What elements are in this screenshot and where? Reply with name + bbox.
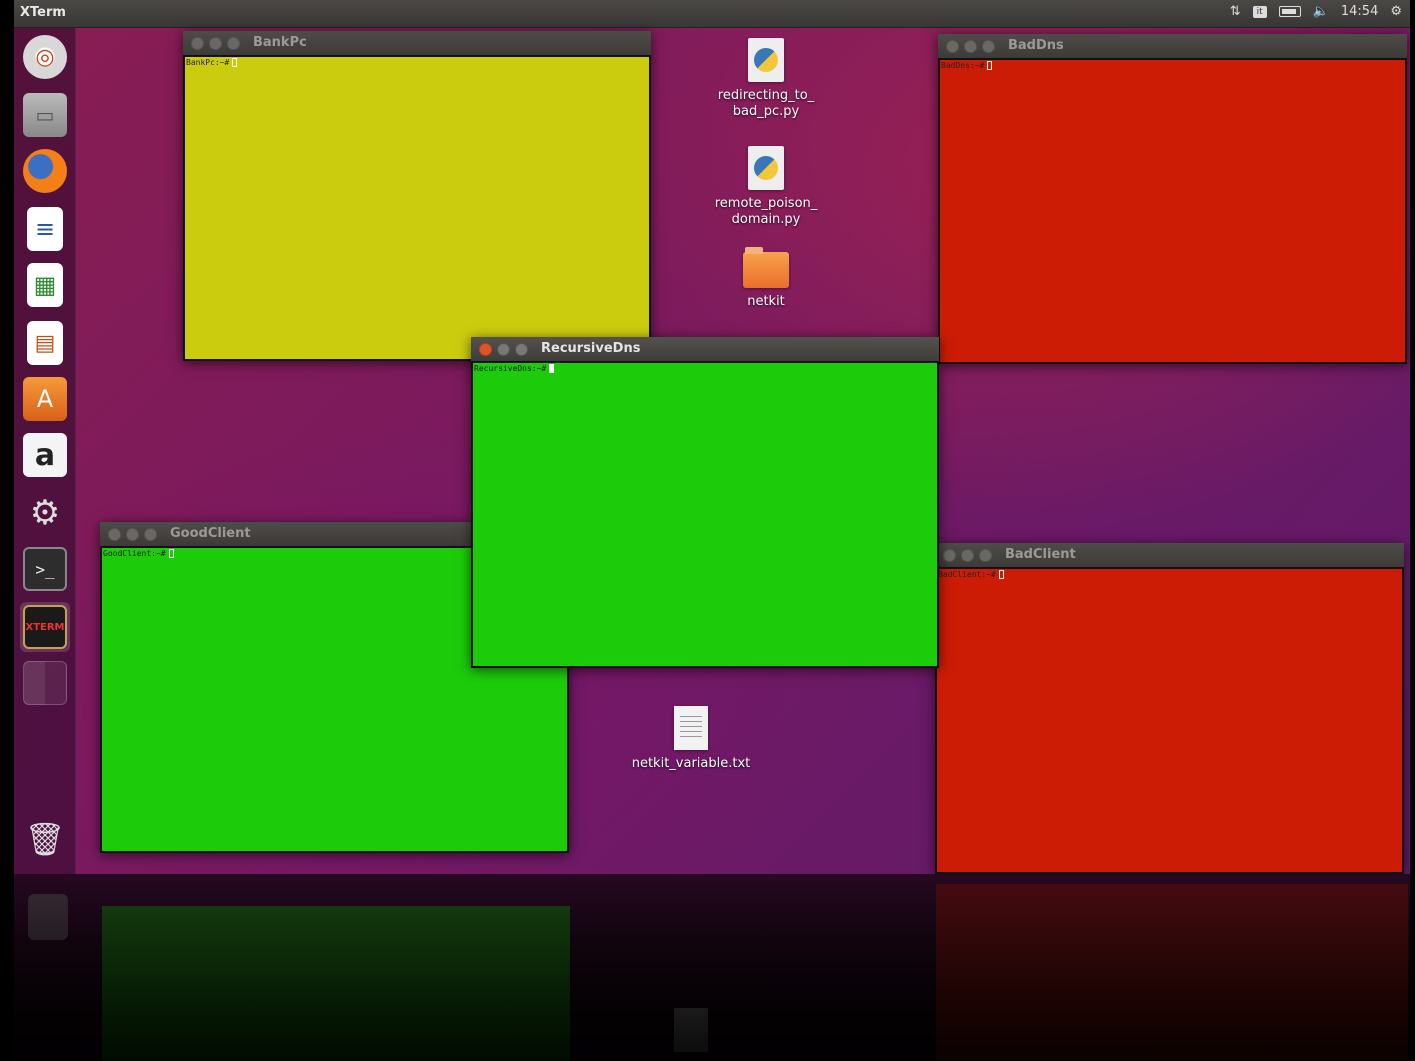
terminal-area[interactable]: BadDns:~# [938,58,1407,364]
workspace-switcher-icon [23,661,67,705]
dash-button[interactable]: ◎ [20,32,70,82]
text-file-icon [674,706,708,750]
terminal-prompt: BadClient:~# [937,569,1402,580]
launcher-system-settings[interactable]: ⚙ [20,488,70,538]
desktop-icon-netkit-variable[interactable]: netkit_variable.txt [626,706,756,772]
launcher-files[interactable]: ▭ [20,90,70,140]
close-button[interactable] [479,343,492,356]
text-cursor [549,364,555,373]
terminal-prompt: BankPc:~# [185,57,649,68]
launcher-software-center[interactable]: A [20,374,70,424]
text-cursor [232,58,238,67]
reflection-fade [14,874,1410,1061]
window-titlebar[interactable]: BadClient [935,543,1404,567]
desktop-icon-label: redirecting_to_ bad_pc.py [717,88,815,119]
maximize-button[interactable] [979,549,992,562]
launcher-impress[interactable]: ▤ [20,318,70,368]
firefox-icon [23,149,67,193]
desktop-icon-label: remote_poison_ domain.py [714,196,818,227]
window-title: BadDns [1008,38,1064,53]
files-icon: ▭ [23,93,67,137]
desktop: XTerm ⇅ it 🔈 14:54 ⚙ ◎ ▭ ≡ ▦ ▤ A a ⚙ >_ … [14,0,1410,874]
python-file-icon [748,146,784,190]
window-badclient[interactable]: BadClient BadClient:~# [935,543,1404,874]
desktop-icon-redirecting-to-bad-pc[interactable]: redirecting_to_ bad_pc.py [701,38,831,120]
text-cursor [987,61,993,70]
maximize-button[interactable] [982,40,995,53]
close-button[interactable] [943,549,956,562]
terminal-icon: >_ [23,547,67,591]
window-titlebar[interactable]: BankPc [183,31,651,55]
window-baddns[interactable]: BadDns BadDns:~# [938,34,1407,364]
launcher-writer[interactable]: ≡ [20,204,70,254]
launcher-xterm[interactable]: XTERM [20,602,70,652]
minimize-button[interactable] [126,528,139,541]
launcher-workspace-switcher[interactable] [20,658,70,708]
folder-icon [743,247,789,288]
desktop-icon-netkit[interactable]: netkit [701,247,831,310]
software-center-icon: A [23,377,67,421]
terminal-prompt: BadDns:~# [940,60,1405,71]
launcher-calc[interactable]: ▦ [20,260,70,310]
desktop-icon-label: netkit_variable.txt [631,756,751,771]
screen-reflection [14,874,1410,1061]
maximize-button[interactable] [515,343,528,356]
python-file-icon [748,38,784,82]
window-recursivedns[interactable]: RecursiveDns RecursiveDns:~# [471,337,939,668]
trash-icon: 🗑 [24,820,66,858]
top-panel: XTerm ⇅ it 🔈 14:54 ⚙ [14,0,1410,28]
xterm-icon: XTERM [23,605,67,649]
minimize-button[interactable] [497,343,510,356]
impress-icon: ▤ [27,321,63,365]
terminal-area[interactable]: BadClient:~# [935,567,1404,874]
terminal-area[interactable]: RecursiveDns:~# [471,361,939,668]
window-bankpc[interactable]: BankPc BankPc:~# [183,31,651,361]
maximize-button[interactable] [227,37,240,50]
terminal-area[interactable]: BankPc:~# [183,55,651,361]
window-titlebar[interactable]: RecursiveDns [471,337,939,361]
launcher-firefox[interactable] [20,146,70,196]
terminal-prompt: RecursiveDns:~# [473,363,937,374]
close-button[interactable] [108,528,121,541]
minimize-button[interactable] [961,549,974,562]
window-title: RecursiveDns [541,341,641,356]
indicator-area: ⇅ it 🔈 14:54 ⚙ [1230,4,1402,19]
window-title: BankPc [253,35,307,50]
launcher-terminal[interactable]: >_ [20,544,70,594]
text-cursor [168,549,174,558]
text-cursor [998,570,1004,579]
maximize-button[interactable] [144,528,157,541]
window-titlebar[interactable]: BadDns [938,34,1407,58]
dash-icon: ◎ [23,35,67,79]
writer-icon: ≡ [27,207,63,251]
desktop-icon-remote-poison-domain[interactable]: remote_poison_ domain.py [701,146,831,228]
window-title: BadClient [1005,547,1076,562]
calc-icon: ▦ [27,263,63,307]
minimize-button[interactable] [209,37,222,50]
network-icon[interactable]: ⇅ [1230,4,1241,19]
amazon-icon: a [23,433,67,477]
system-settings-icon: ⚙ [29,493,61,533]
desktop-icon-label: netkit [747,294,785,309]
gear-icon[interactable]: ⚙ [1390,4,1402,19]
minimize-button[interactable] [964,40,977,53]
volume-icon[interactable]: 🔈 [1313,4,1329,19]
app-title: XTerm [20,5,66,20]
close-button[interactable] [191,37,204,50]
keyboard-layout-indicator[interactable]: it [1252,5,1267,18]
launcher-amazon[interactable]: a [20,430,70,480]
clock[interactable]: 14:54 [1341,4,1378,19]
window-title: GoodClient [170,526,251,541]
close-button[interactable] [946,40,959,53]
launcher-trash[interactable]: 🗑 [20,814,70,864]
battery-icon[interactable] [1278,6,1301,17]
launcher: ◎ ▭ ≡ ▦ ▤ A a ⚙ >_ XTERM 🗑 [14,28,76,874]
